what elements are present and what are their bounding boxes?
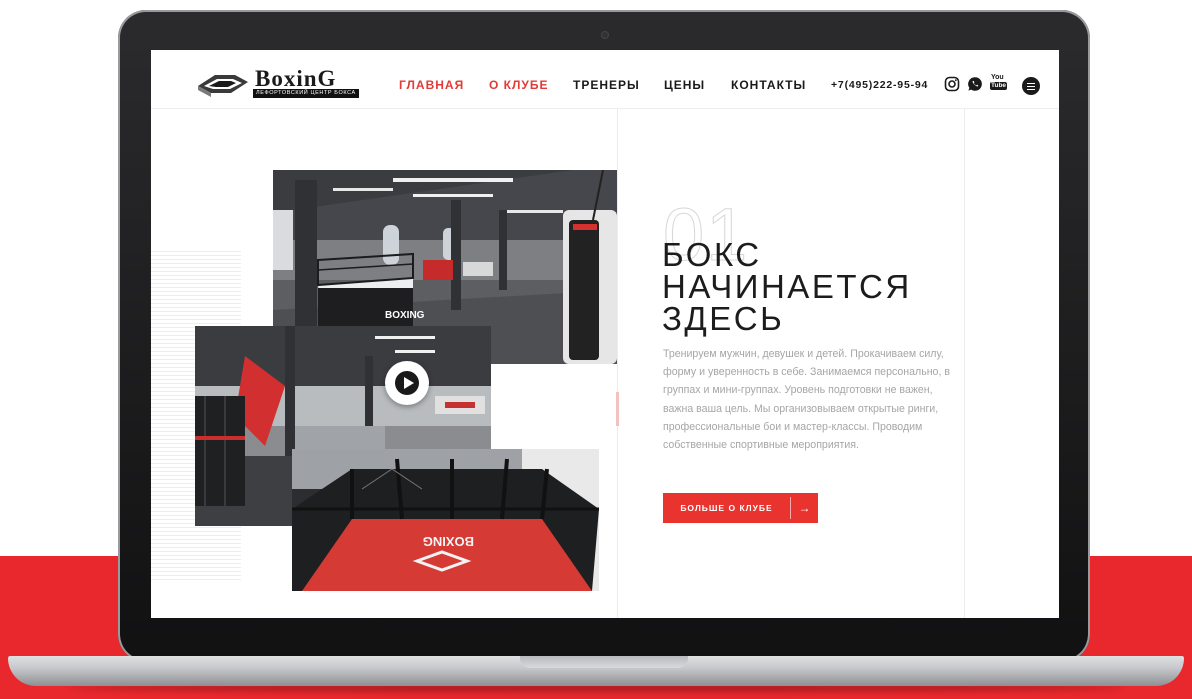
play-icon: [395, 371, 419, 395]
divider-line: [617, 108, 618, 618]
more-about-club-button[interactable]: БОЛЬШЕ О КЛУБЕ →: [663, 493, 818, 523]
brand-subtitle: ЛЕФОРТОВСКИЙ ЦЕНТР БОКСА: [253, 89, 359, 98]
menu-line: [1027, 85, 1035, 87]
menu-line: [1027, 88, 1035, 90]
laptop-screen: BoxinG ЛЕФОРТОВСКИЙ ЦЕНТР БОКСА ГЛАВНАЯ …: [151, 50, 1059, 618]
play-video-button[interactable]: [385, 361, 429, 405]
divider-line: [964, 108, 965, 618]
nav-trainers[interactable]: ТРЕНЕРЫ: [573, 78, 640, 92]
laptop-notch: [520, 656, 688, 668]
menu-hamburger-button[interactable]: [1022, 77, 1040, 95]
hero-description: Тренируем мужчин, девушек и детей. Прока…: [663, 348, 950, 452]
youtube-text-top: You: [991, 74, 1004, 81]
arrow-right-icon: →: [798, 501, 811, 515]
instagram-icon[interactable]: [944, 76, 960, 92]
cage-octagon-photo: BOXING: [292, 449, 599, 591]
glove-logo-icon: [198, 75, 248, 97]
heading-line: БОКС: [662, 236, 762, 273]
ring-logo: BOXING: [385, 310, 425, 321]
nav-home[interactable]: ГЛАВНАЯ: [399, 78, 464, 92]
heading-line: ЗДЕСЬ: [662, 300, 785, 337]
menu-line: [1027, 82, 1035, 84]
cta-label: БОЛЬШЕ О КЛУБЕ: [680, 503, 773, 513]
cage-floor-logo: BOXING: [423, 534, 474, 549]
heading-line: НАЧИНАЕТСЯ: [662, 268, 912, 305]
hero-heading: БОКС НАЧИНАЕТСЯ ЗДЕСЬ: [662, 236, 962, 337]
youtube-text-bottom: Tube: [990, 82, 1008, 90]
site-header: BoxinG ЛЕФОРТОВСКИЙ ЦЕНТР БОКСА ГЛАВНАЯ …: [151, 50, 1059, 109]
whatsapp-icon[interactable]: [967, 76, 983, 92]
decorative-accent: [616, 392, 619, 426]
nav-contacts[interactable]: КОНТАКТЫ: [731, 78, 806, 92]
laptop-camera: [601, 31, 609, 39]
youtube-icon[interactable]: You Tube: [990, 74, 1008, 94]
brand-logo[interactable]: BoxinG ЛЕФОРТОВСКИЙ ЦЕНТР БОКСА: [195, 66, 373, 100]
nav-about-club[interactable]: О КЛУБЕ: [489, 78, 549, 92]
nav-prices[interactable]: ЦЕНЫ: [664, 78, 705, 92]
phone-number[interactable]: +7(495)222-95-94: [831, 79, 928, 91]
